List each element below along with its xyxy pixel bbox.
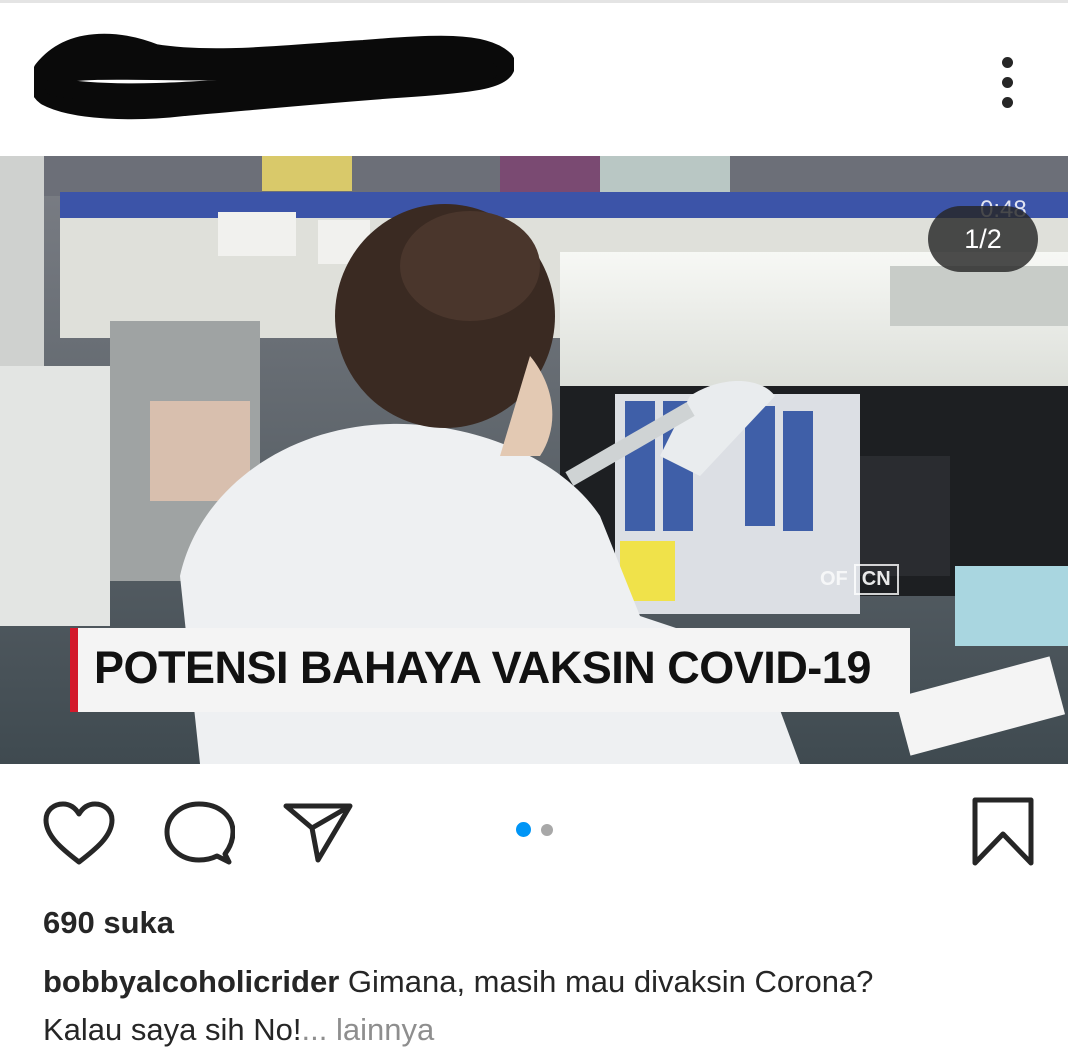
caption-username[interactable]: bobbyalcoholicrider [43,964,339,999]
post-media[interactable]: 0:48 1/2 OF CN POTENSI BAHAYA VAKSIN COV… [0,156,1068,764]
post-header [0,3,1068,156]
comment-button[interactable] [163,800,235,868]
more-vertical-icon [1002,57,1013,68]
save-button[interactable] [970,796,1036,868]
carousel-dot [541,823,553,836]
carousel-dot-active [516,822,531,837]
like-button[interactable] [42,800,116,868]
caption-ellipsis: ... [301,1012,328,1047]
caption-text-line1: Gimana, masih mau divaksin Corona? [347,964,874,999]
likes-count[interactable]: 690 suka [43,905,174,941]
image-counter-badge: 1/2 [928,206,1038,272]
more-options-button[interactable] [990,57,1026,109]
headline-text: POTENSI BAHAYA VAKSIN COVID-19 [94,642,871,693]
caption-text-line2: Kalau saya sih No! [43,1012,302,1047]
carousel-indicator [516,822,553,837]
redacted-username-scribble [34,33,514,120]
heart-icon [43,801,115,865]
post-caption: bobbyalcoholicrider Gimana, masih mau di… [43,958,1043,1054]
caption-more-link[interactable]: lainnya [336,1012,434,1047]
bookmark-icon [972,797,1034,866]
network-logo: OF CN [820,558,899,600]
comment-icon [164,801,235,865]
share-button[interactable] [282,800,354,864]
news-lower-third: POTENSI BAHAYA VAKSIN COVID-19 [70,628,910,712]
send-icon [283,803,353,863]
